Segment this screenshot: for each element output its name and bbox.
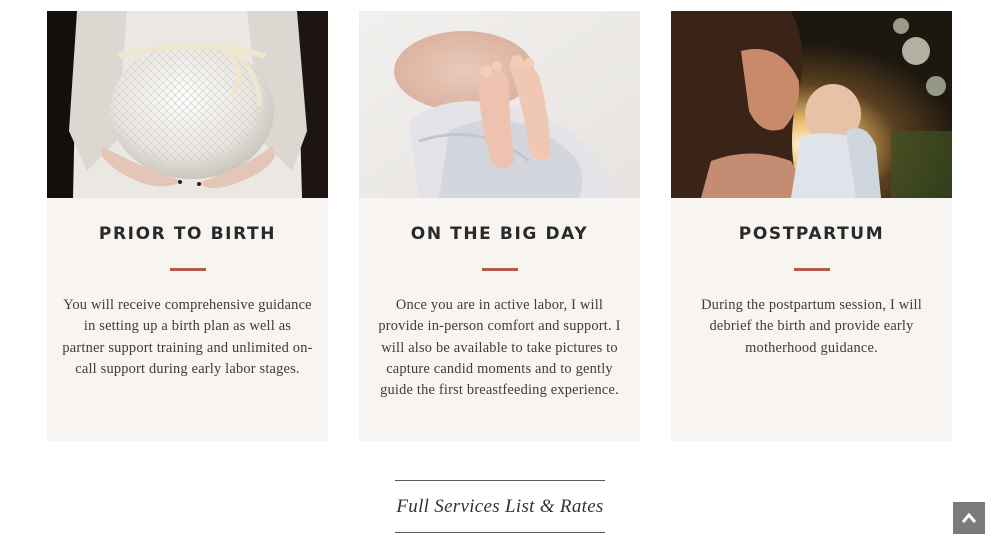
card-on-the-big-day: ON THE BIG DAY Once you are in active la… [359, 11, 640, 441]
card-description: During the postpartum session, I will de… [701, 297, 922, 356]
card-title: POSTPARTUM [738, 224, 885, 244]
card-postpartum: POSTPARTUM During the postpartum session… [671, 11, 952, 441]
pregnant-belly-photo [47, 11, 328, 198]
mother-and-baby-photo [671, 11, 952, 198]
services-cards: PRIOR TO BIRTH You will receive comprehe… [47, 11, 952, 441]
full-services-link[interactable]: Full Services List & Rates [395, 480, 605, 533]
card-title: PRIOR TO BIRTH [98, 224, 277, 244]
chevron-up-icon [962, 513, 976, 523]
card-title: ON THE BIG DAY [410, 224, 589, 244]
title-divider [481, 268, 518, 271]
title-divider [793, 268, 830, 271]
card-prior-to-birth: PRIOR TO BIRTH You will receive comprehe… [47, 11, 328, 441]
card-description: Once you are in active labor, I will pro… [378, 297, 621, 399]
card-description: You will receive comprehensive guidance … [62, 297, 313, 377]
newborn-feet-photo [359, 11, 640, 198]
title-divider [169, 268, 206, 271]
back-to-top-button[interactable] [953, 502, 985, 534]
